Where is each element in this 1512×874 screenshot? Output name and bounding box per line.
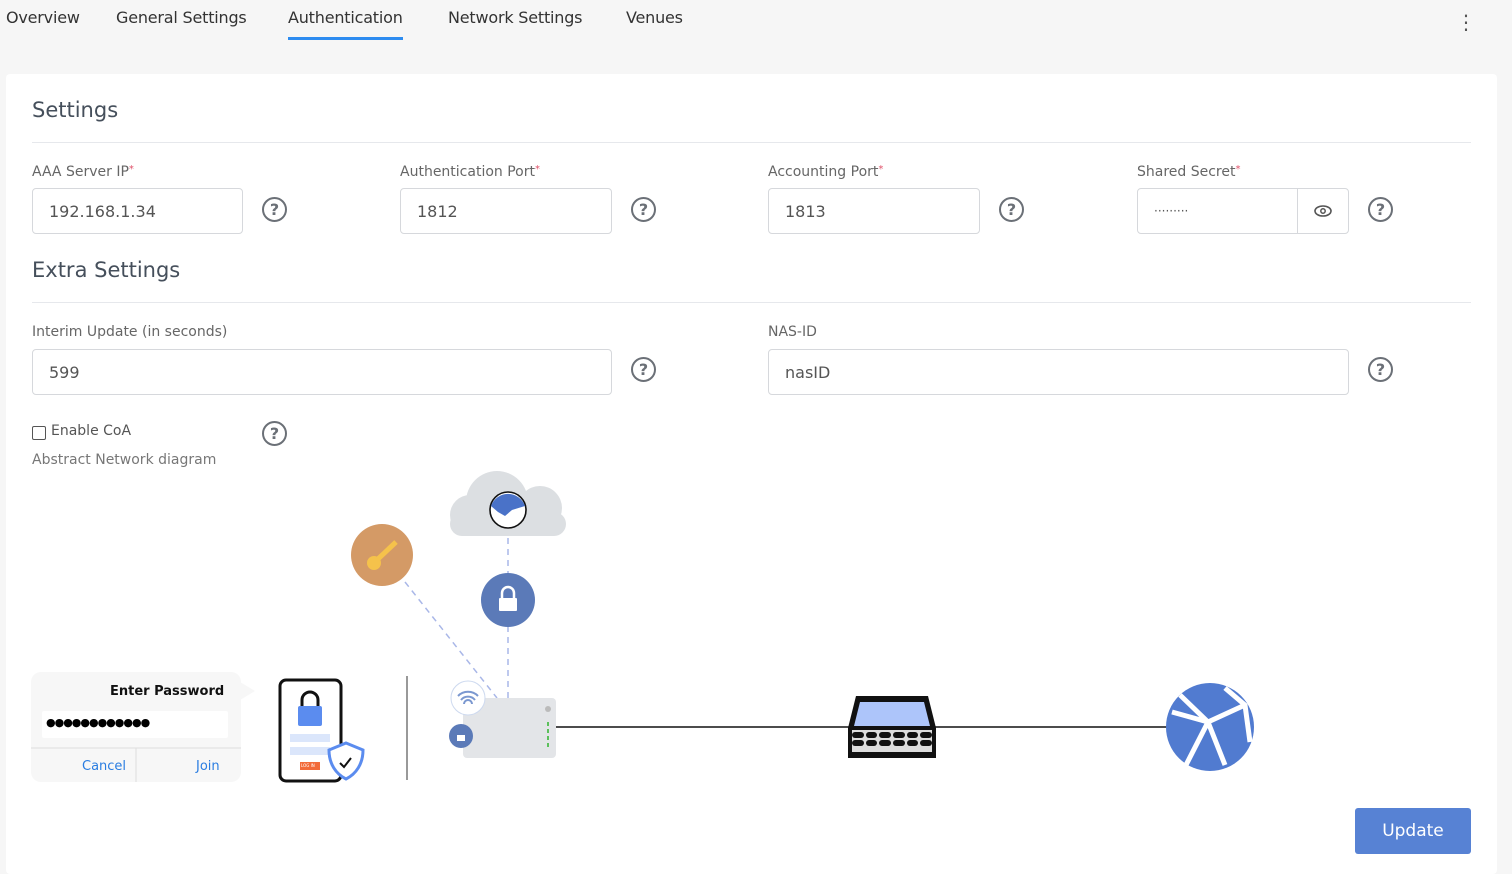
help-icon[interactable]: ? xyxy=(999,197,1024,222)
interim-update-label: Interim Update (in seconds) xyxy=(32,324,228,340)
help-icon[interactable]: ? xyxy=(631,197,656,222)
accounting-port-input[interactable]: 1813 xyxy=(768,188,980,234)
access-point-icon xyxy=(449,680,556,758)
shared-secret-label: Shared Secret* xyxy=(1137,164,1241,180)
aaa-server-ip-label: AAA Server IP* xyxy=(32,164,134,180)
lock-icon xyxy=(481,573,535,627)
tab-general-settings[interactable]: General Settings xyxy=(116,8,247,27)
key-icon xyxy=(351,524,413,586)
dialog-title: Enter Password xyxy=(110,684,225,699)
dialog-password-field: ●●●●●●●●●●●● xyxy=(46,716,150,729)
accounting-port-label: Accounting Port* xyxy=(768,164,884,180)
switch-icon xyxy=(848,696,936,758)
phone-login-icon xyxy=(278,678,365,783)
help-icon[interactable]: ? xyxy=(262,421,287,446)
dialog-cancel-button: Cancel xyxy=(82,759,127,774)
divider xyxy=(32,302,1471,303)
network-diagram xyxy=(31,471,1254,783)
nas-id-label: NAS-ID xyxy=(768,324,817,340)
help-icon[interactable]: ? xyxy=(262,197,287,222)
extra-settings-title: Extra Settings xyxy=(32,258,181,282)
switch-ports xyxy=(852,732,932,746)
cloud-icon xyxy=(450,471,566,536)
tab-authentication[interactable]: Authentication xyxy=(288,8,403,40)
login-button-text: LOG IN xyxy=(301,763,315,768)
internet-globe-icon xyxy=(1166,683,1254,771)
help-icon[interactable]: ? xyxy=(1368,197,1393,222)
help-icon[interactable]: ? xyxy=(1368,357,1393,382)
more-menu-icon[interactable]: ⋮ xyxy=(1456,10,1476,34)
enable-coa-checkbox[interactable] xyxy=(32,426,46,440)
tab-overview[interactable]: Overview xyxy=(6,8,80,27)
show-password-eye-icon[interactable] xyxy=(1297,188,1348,234)
settings-title: Settings xyxy=(32,98,119,122)
update-button[interactable]: Update xyxy=(1355,808,1471,854)
enable-coa-label[interactable]: Enable CoA xyxy=(51,423,131,439)
tab-venues[interactable]: Venues xyxy=(626,8,683,27)
shared-secret-value: ········· xyxy=(1154,204,1189,218)
aaa-server-ip-input[interactable]: 192.168.1.34 xyxy=(32,188,243,234)
dialog-join-button: Join xyxy=(196,759,220,774)
divider xyxy=(32,142,1471,143)
interim-update-input[interactable]: 599 xyxy=(32,349,612,395)
help-icon[interactable]: ? xyxy=(631,357,656,382)
authentication-port-input[interactable]: 1812 xyxy=(400,188,612,234)
authentication-port-label: Authentication Port* xyxy=(400,164,540,180)
nas-id-input[interactable]: nasID xyxy=(768,349,1349,395)
tab-network-settings[interactable]: Network Settings xyxy=(448,8,583,27)
